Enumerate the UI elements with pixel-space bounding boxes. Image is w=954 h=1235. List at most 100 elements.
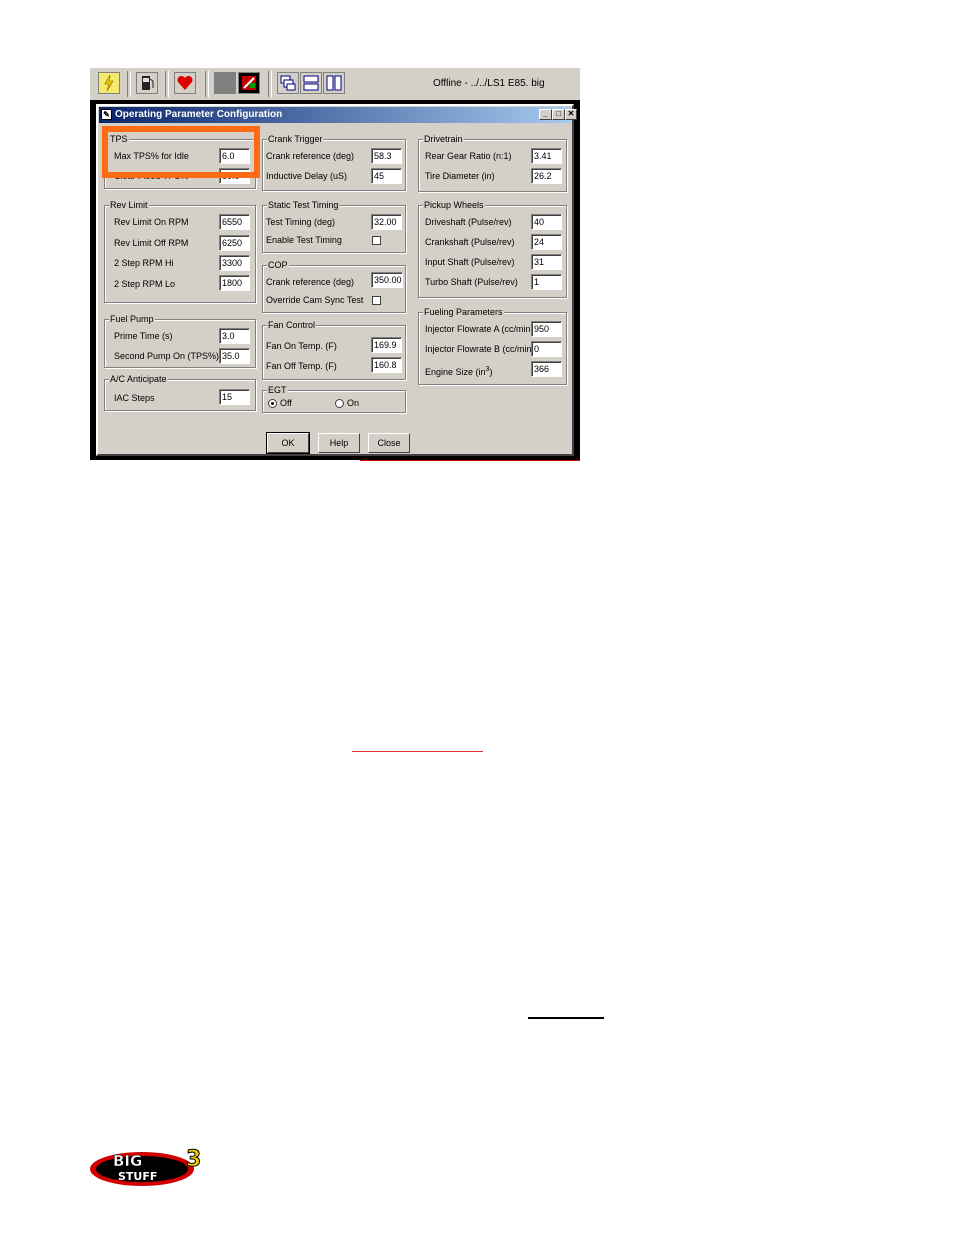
two-step-hi-field[interactable]: 3300	[219, 255, 250, 271]
tire-diameter-label: Tire Diameter (in)	[425, 171, 495, 181]
crank-trigger-group: Crank Trigger Crank reference (deg) 58.3…	[262, 133, 406, 191]
app-toolbar: Offline - ../../LS1 E85. big	[90, 67, 580, 102]
fan-on-temp-field[interactable]: 169.9	[371, 337, 402, 353]
static-test-timing-group: Static Test Timing Test Timing (deg) 32.…	[262, 199, 406, 253]
egt-group: EGT Off On	[262, 384, 406, 413]
cop-group: COP Crank reference (deg) 350.00 Overrid…	[262, 259, 406, 313]
cascade-windows-icon[interactable]	[277, 72, 299, 94]
fuel-pump-icon[interactable]	[136, 72, 158, 94]
rev-limit-on-label: Rev Limit On RPM	[114, 217, 189, 227]
injector-flowrate-b-field[interactable]: 0	[531, 341, 562, 357]
rev-limit-on-field[interactable]: 6550	[219, 214, 250, 230]
test-timing-field[interactable]: 32.00	[371, 214, 402, 230]
input-shaft-field[interactable]: 31	[531, 254, 562, 270]
cop-crank-reference-field[interactable]: 350.00	[371, 272, 403, 288]
egt-off-radio[interactable]	[268, 399, 277, 408]
heart-icon[interactable]	[174, 72, 196, 94]
drivetrain-group: Drivetrain Rear Gear Ratio (n:1) 3.41 Ti…	[418, 133, 567, 192]
enable-test-timing-label: Enable Test Timing	[266, 235, 342, 245]
ac-anticipate-group: A/C Anticipate IAC Steps 15	[104, 373, 256, 411]
egt-group-title: EGT	[267, 384, 288, 396]
crankshaft-label: Crankshaft (Pulse/rev)	[425, 237, 515, 247]
rev-limit-group-title: Rev Limit	[109, 199, 149, 211]
fuel-pump-group: Fuel Pump Prime Time (s) 3.0 Second Pump…	[104, 313, 256, 368]
iac-steps-label: IAC Steps	[114, 393, 155, 403]
cop-crank-reference-label: Crank reference (deg)	[266, 277, 355, 287]
rev-limit-group: Rev Limit Rev Limit On RPM 6550 Rev Limi…	[104, 199, 256, 303]
pickup-wheels-group: Pickup Wheels Driveshaft (Pulse/rev) 40 …	[418, 199, 567, 298]
iac-steps-field[interactable]: 15	[219, 389, 250, 405]
red-underline	[352, 751, 483, 752]
svg-text:STUFF: STUFF	[118, 1170, 157, 1183]
black-underline	[528, 1017, 604, 1019]
prime-time-field[interactable]: 3.0	[219, 328, 250, 344]
dialog-title: Operating Parameter Configuration	[115, 109, 283, 120]
fan-control-group-title: Fan Control	[267, 319, 317, 331]
cop-group-title: COP	[267, 259, 289, 271]
rear-gear-ratio-field[interactable]: 3.41	[531, 148, 562, 164]
fan-control-group: Fan Control Fan On Temp. (F) 169.9 Fan O…	[262, 319, 406, 380]
drivetrain-group-title: Drivetrain	[423, 133, 464, 145]
tire-diameter-field[interactable]: 26.2	[531, 168, 562, 184]
rev-limit-off-label: Rev Limit Off RPM	[114, 238, 189, 248]
svg-text:BIG: BIG	[113, 1152, 142, 1170]
crank-reference-label: Crank reference (deg)	[266, 151, 355, 161]
tile-vertical-icon[interactable]	[323, 72, 345, 94]
ok-button[interactable]: OK	[266, 432, 310, 454]
injector-flowrate-a-field[interactable]: 950	[531, 321, 562, 337]
inductive-delay-field[interactable]: 45	[371, 168, 402, 184]
maximize-button[interactable]: □	[552, 109, 565, 120]
big-stuff-logo: BIG STUFF 3	[88, 1142, 208, 1188]
egt-on-label: On	[347, 398, 360, 408]
close-button[interactable]: Close	[368, 433, 410, 453]
fueling-parameters-group-title: Fueling Parameters	[423, 306, 504, 318]
gray-square-icon[interactable]	[214, 72, 236, 94]
prime-time-label: Prime Time (s)	[114, 331, 173, 341]
two-step-hi-label: 2 Step RPM Hi	[114, 258, 174, 268]
crankshaft-field[interactable]: 24	[531, 234, 562, 250]
close-window-button[interactable]: ✕	[565, 109, 577, 120]
driveshaft-field[interactable]: 40	[531, 214, 562, 230]
inductive-delay-label: Inductive Delay (uS)	[266, 171, 348, 181]
fan-on-temp-label: Fan On Temp. (F)	[266, 341, 337, 351]
connection-status: Offline - ../../LS1 E85. big	[433, 78, 545, 89]
enable-test-timing-checkbox[interactable]	[372, 236, 381, 245]
injector-flowrate-a-label: Injector Flowrate A (cc/min)	[425, 324, 534, 334]
dialog-titlebar[interactable]: ✎ Operating Parameter Configuration _ □ …	[99, 107, 577, 123]
second-pump-label: Second Pump On (TPS%)	[114, 351, 220, 361]
app-icon: ✎	[101, 109, 112, 120]
fueling-parameters-group: Fueling Parameters Injector Flowrate A (…	[418, 306, 567, 385]
rev-limit-off-field[interactable]: 6250	[219, 235, 250, 251]
fan-off-temp-field[interactable]: 160.8	[371, 357, 402, 373]
turbo-shaft-label: Turbo Shaft (Pulse/rev)	[425, 277, 518, 287]
injector-flowrate-b-label: Injector Flowrate B (cc/min)	[425, 344, 535, 354]
ac-anticipate-group-title: A/C Anticipate	[109, 373, 168, 385]
two-step-lo-label: 2 Step RPM Lo	[114, 279, 176, 289]
tps-highlight-box	[102, 126, 260, 178]
override-cam-sync-label: Override Cam Sync Test	[266, 295, 364, 305]
test-timing-label: Test Timing (deg)	[266, 217, 336, 227]
svg-text:3: 3	[186, 1147, 201, 1172]
egt-off-label: Off	[280, 398, 292, 408]
rear-gear-ratio-label: Rear Gear Ratio (n:1)	[425, 151, 512, 161]
lightning-icon[interactable]	[98, 72, 120, 94]
minimize-button[interactable]: _	[539, 109, 552, 120]
two-step-lo-field[interactable]: 1800	[219, 275, 250, 291]
fuel-pump-group-title: Fuel Pump	[109, 313, 155, 325]
egt-on-radio[interactable]	[335, 399, 344, 408]
turbo-shaft-field[interactable]: 1	[531, 274, 562, 290]
second-pump-field[interactable]: 35.0	[219, 348, 250, 364]
engine-size-label: Engine Size (in3)	[425, 366, 493, 377]
pickup-wheels-group-title: Pickup Wheels	[423, 199, 485, 211]
driveshaft-label: Driveshaft (Pulse/rev)	[425, 217, 512, 227]
crank-reference-field[interactable]: 58.3	[371, 148, 402, 164]
static-test-timing-group-title: Static Test Timing	[267, 199, 340, 211]
ecu-icon[interactable]	[238, 72, 260, 94]
input-shaft-label: Input Shaft (Pulse/rev)	[425, 257, 515, 267]
override-cam-sync-checkbox[interactable]	[372, 296, 381, 305]
tile-horizontal-icon[interactable]	[300, 72, 322, 94]
engine-size-field[interactable]: 366	[531, 361, 562, 377]
fan-off-temp-label: Fan Off Temp. (F)	[266, 361, 337, 371]
crank-trigger-group-title: Crank Trigger	[267, 133, 324, 145]
help-button[interactable]: Help	[318, 433, 360, 453]
